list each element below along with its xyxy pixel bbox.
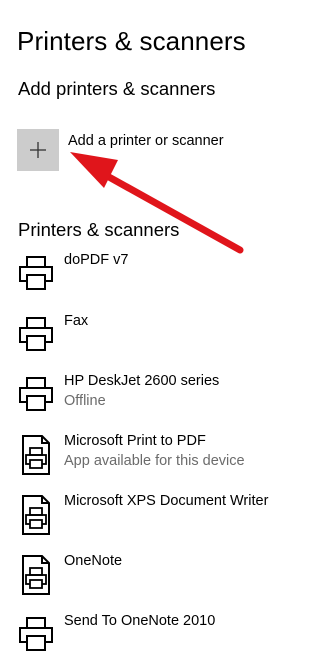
document-printer-icon <box>22 555 50 595</box>
printer-status: Offline <box>64 393 106 409</box>
printers-section-title: Printers & scanners <box>18 219 180 240</box>
add-printer-label: Add a printer or scanner <box>68 133 224 149</box>
printer-icon <box>19 317 53 351</box>
printer-name: Send To OneNote 2010 <box>64 613 216 629</box>
plus-icon <box>17 129 59 171</box>
printer-item-xps-writer[interactable]: Microsoft XPS Document Writer <box>18 493 318 543</box>
printer-item-dopdf[interactable]: doPDF v7 <box>18 252 318 302</box>
printer-item-onenote[interactable]: OneNote <box>18 553 318 603</box>
printer-name: Fax <box>64 313 89 329</box>
printer-status: App available for this device <box>64 453 245 469</box>
printer-name: doPDF v7 <box>64 252 129 268</box>
printer-name: HP DeskJet 2600 series <box>64 373 220 389</box>
printer-item-hp-deskjet[interactable]: HP DeskJet 2600 series Offline <box>18 373 318 423</box>
add-section-title: Add printers & scanners <box>18 78 216 99</box>
printer-icon <box>19 377 53 411</box>
printer-item-fax[interactable]: Fax <box>18 313 318 363</box>
document-printer-icon <box>22 435 50 475</box>
page-title: Printers & scanners <box>17 26 246 56</box>
printer-item-print-to-pdf[interactable]: Microsoft Print to PDF App available for… <box>18 433 318 483</box>
printer-icon <box>19 256 53 290</box>
printer-icon <box>19 617 53 651</box>
printer-name: OneNote <box>64 553 123 569</box>
printer-name: Microsoft XPS Document Writer <box>64 493 269 509</box>
document-printer-icon <box>22 495 50 535</box>
printer-item-send-to-onenote[interactable]: Send To OneNote 2010 <box>18 613 318 663</box>
add-printer-button[interactable]: Add a printer or scanner <box>17 129 317 171</box>
printer-name: Microsoft Print to PDF <box>64 433 206 449</box>
